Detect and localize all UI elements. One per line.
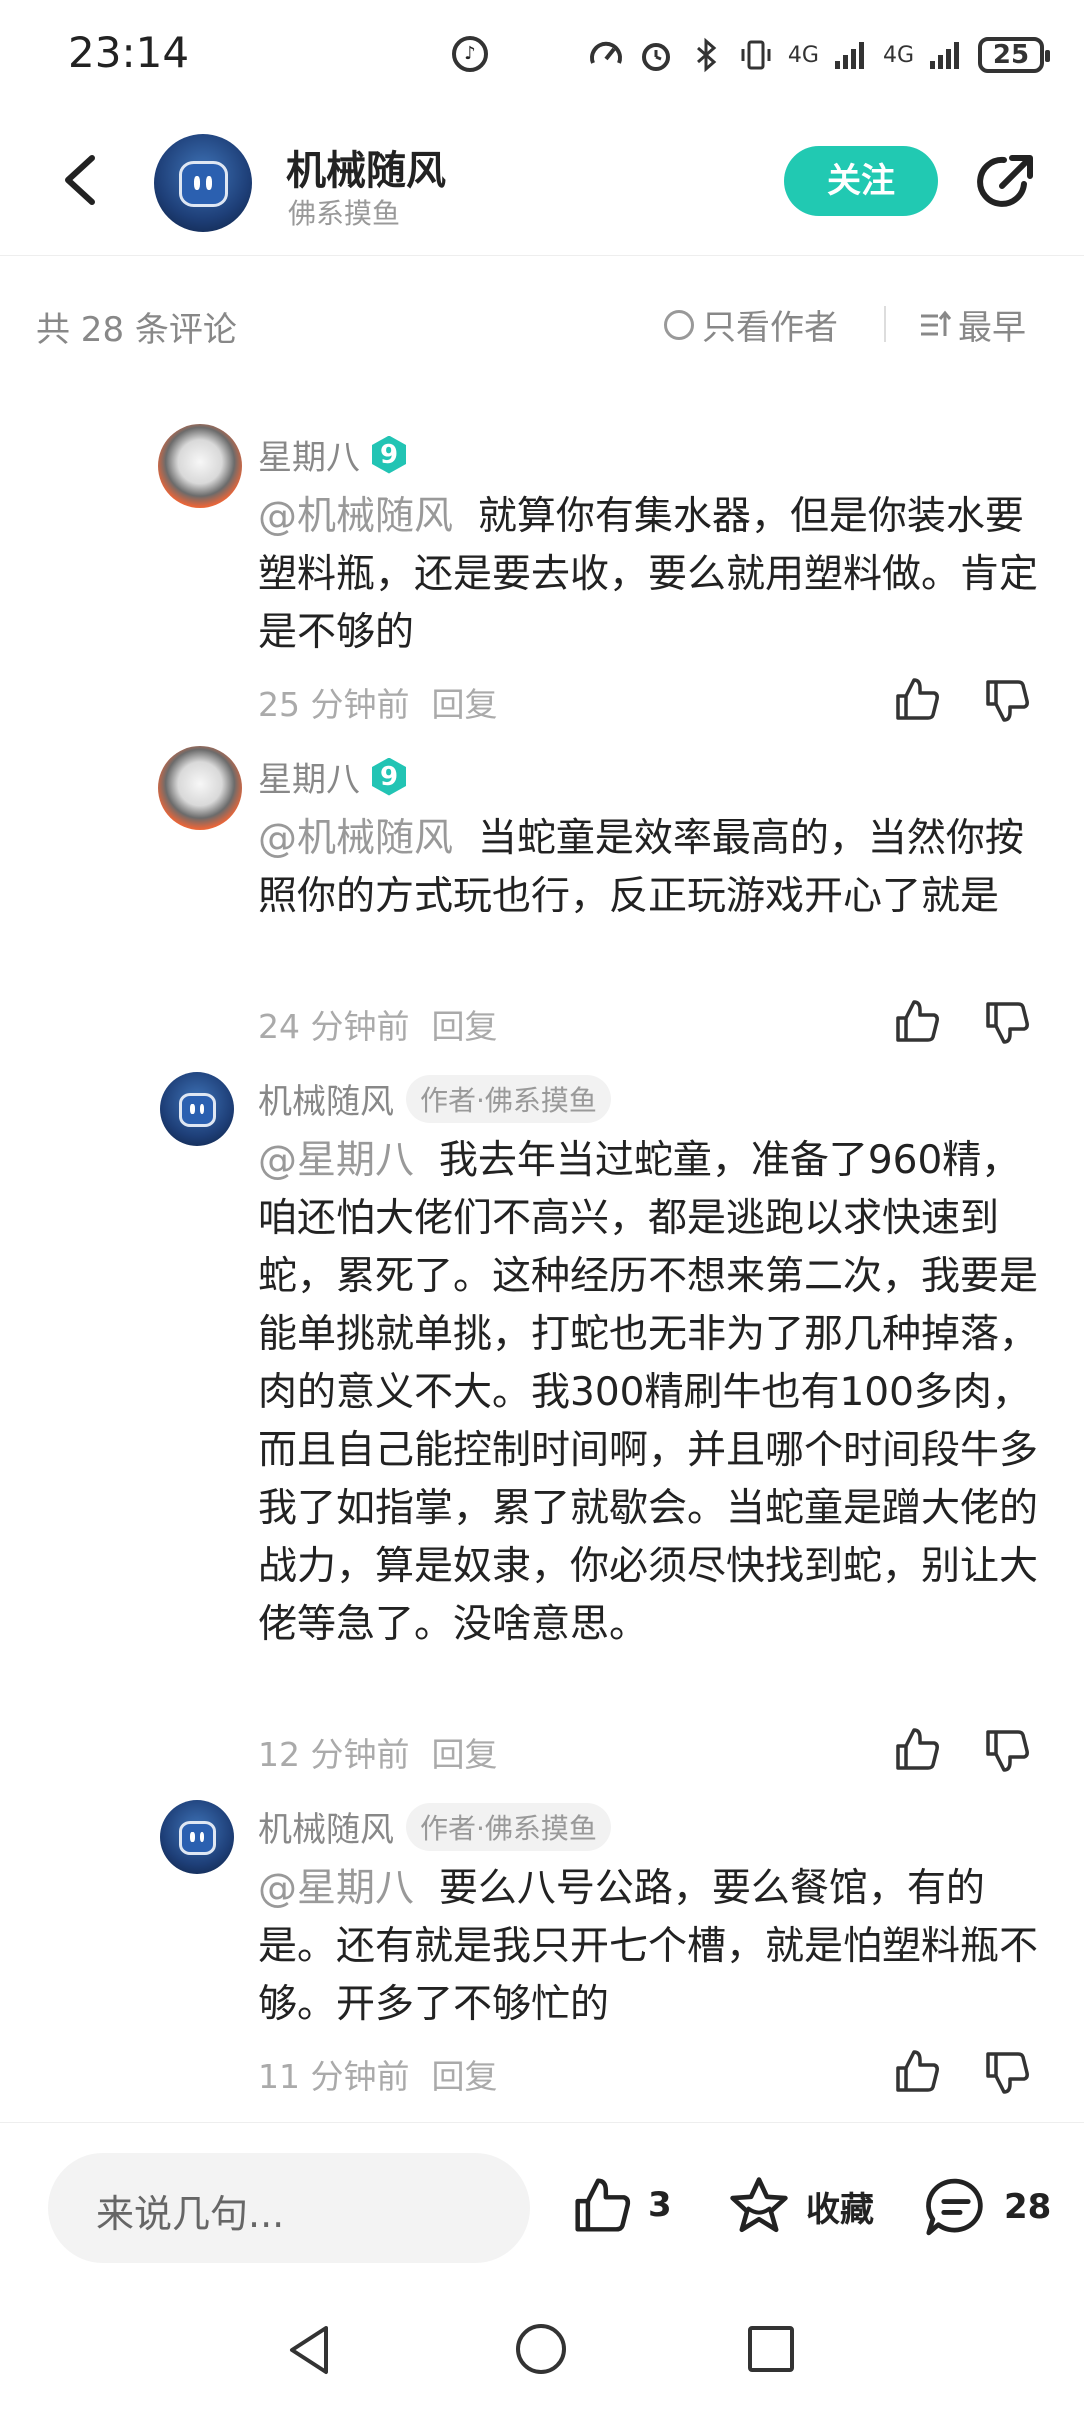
network-type-1: 4G <box>787 42 819 68</box>
divider <box>884 306 886 342</box>
comment-item: 机械随风 作者·佛系摸鱼 @星期八 我去年当过蛇童，准备了960精，咱还怕大佬们… <box>0 1068 1084 1788</box>
status-time: 23:14 <box>68 28 190 77</box>
comment-meta: 11 分钟前 回复 <box>258 2050 497 2098</box>
comment-item: 星期八 9 @机械随风 就算你有集水器，但是你装水要塑料瓶，还是要去收，要么就用… <box>0 424 1084 724</box>
comment-text[interactable]: @星期八 我去年当过蛇童，准备了960精，咱还怕大佬们不高兴，都是逃跑以求快速到… <box>258 1132 1048 1654</box>
commenter-avatar[interactable] <box>158 746 242 830</box>
comment-text[interactable]: @机械随风 当蛇童是效率最高的，当然你按照你的方式玩也行，反正玩游戏开心了就是 <box>258 810 1048 926</box>
reply-button[interactable]: 回复 <box>431 678 497 726</box>
commenter-name[interactable]: 机械随风 <box>258 1074 394 1123</box>
comment-meta: 25 分钟前 回复 <box>258 678 497 726</box>
author-name[interactable]: 机械随风 <box>286 138 446 196</box>
bluetooth-icon <box>696 37 717 73</box>
comment-time: 11 分钟前 <box>258 2057 410 2096</box>
commenter-name-row: 机械随风 作者·佛系摸鱼 <box>258 1802 611 1851</box>
author-avatar[interactable] <box>154 134 252 232</box>
commenter-name[interactable]: 机械随风 <box>258 1802 394 1851</box>
mention-link[interactable]: @机械随风 <box>258 816 453 861</box>
nav-home-icon[interactable] <box>516 2324 566 2374</box>
mention-link[interactable]: @星期八 <box>258 1138 414 1183</box>
comment-meta: 12 分钟前 回复 <box>258 1728 497 1776</box>
author-tag: 作者·佛系摸鱼 <box>406 1074 611 1123</box>
comment-input[interactable]: 来说几句... <box>48 2153 530 2263</box>
follow-button[interactable]: 关注 <box>784 146 938 216</box>
thumbs-down-icon[interactable] <box>982 1726 1032 1776</box>
status-icons: 4G 4G 25 <box>588 30 1050 80</box>
reply-button[interactable]: 回复 <box>431 1000 497 1048</box>
commenter-avatar[interactable] <box>158 424 242 508</box>
only-author-label: 只看作者 <box>702 308 838 348</box>
share-icon[interactable] <box>974 150 1038 214</box>
thumbs-down-icon[interactable] <box>982 676 1032 726</box>
vibrate-icon <box>741 40 771 70</box>
favorite-label: 收藏 <box>806 2189 874 2230</box>
author-tag: 作者·佛系摸鱼 <box>406 1802 611 1851</box>
commenter-name[interactable]: 星期八 <box>258 430 360 479</box>
thumbs-up-icon[interactable] <box>892 1724 942 1774</box>
thumbs-down-icon[interactable] <box>982 998 1032 1048</box>
commenter-avatar[interactable] <box>160 1072 234 1146</box>
level-badge: 9 <box>372 757 406 796</box>
thumbs-up-icon[interactable] <box>892 2046 942 2096</box>
radio-icon <box>664 309 694 340</box>
comment-count-label: 共 28 条评论 <box>36 310 237 350</box>
like-count: 3 <box>648 2185 672 2225</box>
comment-item: 机械随风 作者·佛系摸鱼 @星期八 要么八号公路，要么餐馆，有的是。还有就是我只… <box>0 1796 1084 2096</box>
commenter-name-row: 机械随风 作者·佛系摸鱼 <box>258 1074 611 1123</box>
hd-audio-icon: ♪ <box>452 36 488 72</box>
mention-link[interactable]: @机械随风 <box>258 494 453 539</box>
comment-input-placeholder: 来说几句... <box>96 2192 285 2236</box>
alarm-icon <box>641 43 670 71</box>
comment-item: 星期八 9 @机械随风 当蛇童是效率最高的，当然你按照你的方式玩也行，反正玩游戏… <box>0 746 1084 1046</box>
comment-sort-bar: 共 28 条评论 只看作者 最早 <box>0 256 1084 392</box>
comment-total: 28 <box>1004 2187 1052 2227</box>
commenter-name-row: 星期八 9 <box>258 430 406 479</box>
comment-time: 12 分钟前 <box>258 1735 410 1774</box>
nav-back-icon[interactable] <box>282 2322 338 2378</box>
level-badge: 9 <box>372 435 406 474</box>
comment-bubble-icon <box>926 2178 983 2236</box>
comment-time: 24 分钟前 <box>258 1007 410 1046</box>
author-signature: 佛系摸鱼 <box>288 197 401 230</box>
thumbs-up-icon[interactable] <box>892 996 942 1046</box>
system-nav-bar <box>0 2300 1084 2412</box>
back-arrow-icon[interactable] <box>56 150 106 210</box>
comment-time: 25 分钟前 <box>258 685 410 724</box>
thumbs-up-icon <box>575 2178 631 2232</box>
status-bar: 23:14 ♪ 4G 4G 25 <box>0 0 1084 110</box>
comment-text[interactable]: @机械随风 就算你有集水器，但是你装水要塑料瓶，还是要去收，要么就用塑料做。肯定… <box>258 488 1048 662</box>
comment-text[interactable]: @星期八 要么八号公路，要么餐馆，有的是。还有就是我只开七个槽，就是怕塑料瓶不够… <box>258 1860 1048 2034</box>
star-icon <box>730 2177 788 2233</box>
commenter-name-row: 星期八 9 <box>258 752 406 801</box>
sort-order-button[interactable]: 最早 <box>918 300 1026 349</box>
only-author-toggle[interactable]: 只看作者 <box>664 300 838 349</box>
favorite-button[interactable]: 收藏 <box>726 2173 874 2239</box>
thumbs-down-icon[interactable] <box>982 2048 1032 2098</box>
mention-link[interactable]: @星期八 <box>258 1866 414 1911</box>
like-post-button[interactable]: 3 <box>570 2173 672 2237</box>
sort-icon <box>921 310 952 336</box>
battery-icon: 25 <box>978 37 1050 73</box>
profile-header: 机械随风 佛系摸鱼 关注 <box>0 110 1084 256</box>
comment-meta: 24 分钟前 回复 <box>258 1000 497 1048</box>
signal-icon <box>834 42 864 69</box>
bottom-action-bar: 来说几句... 3 收藏 28 <box>0 2122 1084 2293</box>
reply-button[interactable]: 回复 <box>431 2050 497 2098</box>
sort-order-label: 最早 <box>958 308 1026 348</box>
speedometer-icon <box>589 41 622 64</box>
commenter-avatar[interactable] <box>160 1800 234 1874</box>
thumbs-up-icon[interactable] <box>892 674 942 724</box>
signal-icon-2 <box>930 42 959 69</box>
comments-button[interactable]: 28 <box>922 2173 1051 2241</box>
network-type-2: 4G <box>882 42 914 68</box>
comment-body: 我去年当过蛇童，准备了960精，咱还怕大佬们不高兴，都是逃跑以求快速到蛇，累死了… <box>258 1138 1039 1647</box>
commenter-name[interactable]: 星期八 <box>258 752 360 801</box>
nav-recents-icon[interactable] <box>748 2326 794 2372</box>
reply-button[interactable]: 回复 <box>431 1728 497 1776</box>
